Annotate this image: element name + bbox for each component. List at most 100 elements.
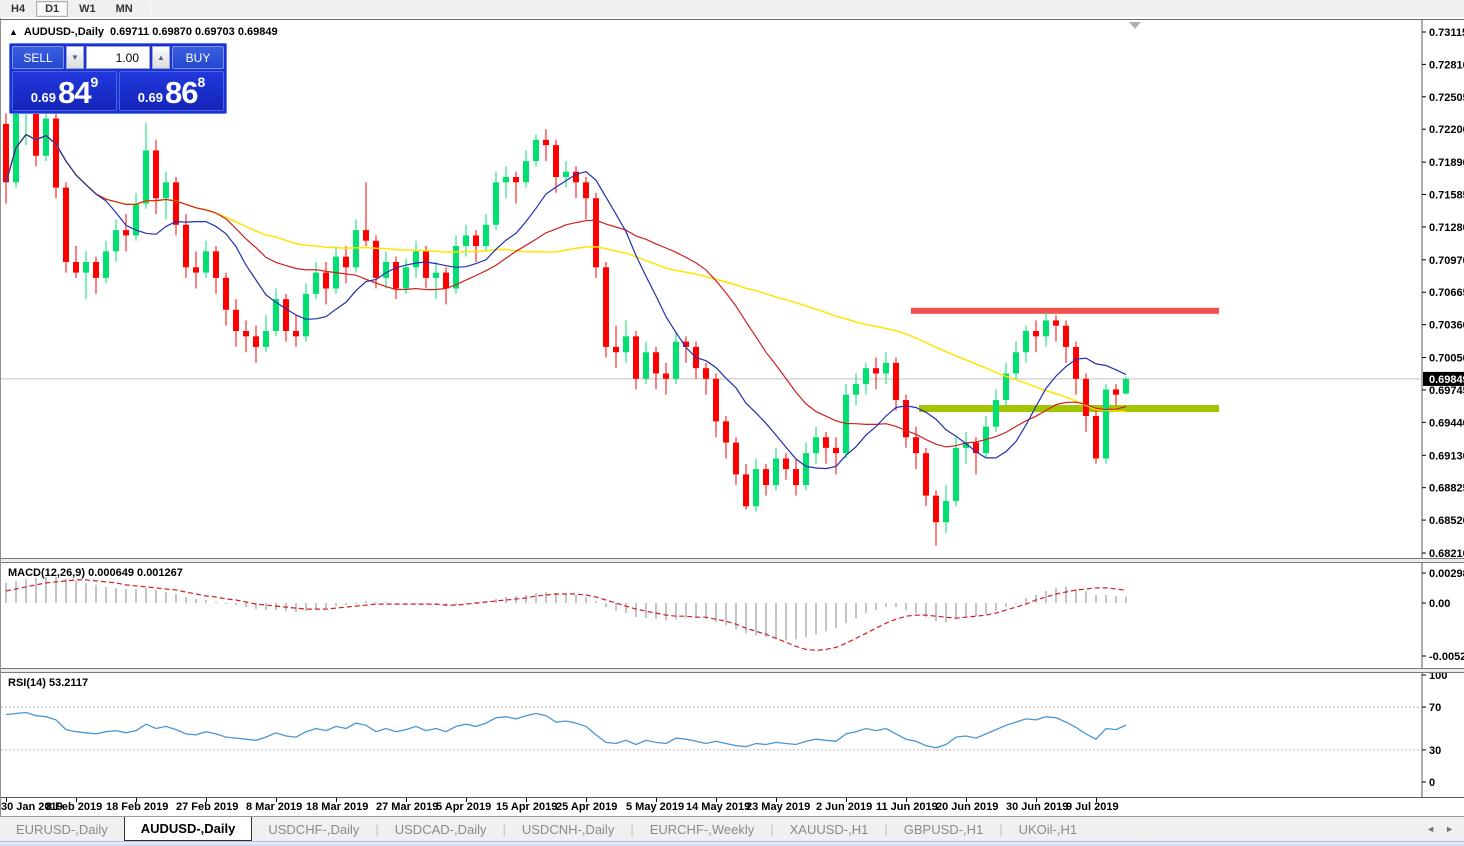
macd-pane[interactable]: 0.002984 0.00 -0.005256 MACD(12,26,9) 0.00… bbox=[1, 563, 1464, 668]
macd-histogram-bar bbox=[755, 603, 757, 636]
chart-title: ▲ AUDUSD-,Daily 0.69711 0.69870 0.69703 … bbox=[9, 26, 278, 38]
candle-body bbox=[513, 176, 519, 183]
tab-eurusd-daily[interactable]: EURUSD-,Daily bbox=[0, 817, 124, 841]
chart-shift-marker-icon[interactable] bbox=[1129, 22, 1141, 29]
one-click-panel-toggle-icon[interactable]: ▲ bbox=[9, 27, 18, 37]
candle-body bbox=[783, 458, 789, 470]
one-click-trading-panel: SELL ▼ ▲ BUY 0.69 84 9 0.69 86 8 bbox=[9, 43, 227, 114]
macd-histogram-bar bbox=[565, 593, 567, 604]
macd-histogram-bar bbox=[305, 603, 307, 612]
timeframe-button-w1[interactable]: W1 bbox=[70, 1, 105, 17]
candle-body bbox=[723, 421, 729, 443]
tab-ukoil-h1[interactable]: UKOil-,H1 bbox=[1003, 817, 1094, 841]
macd-histogram-bar bbox=[235, 603, 237, 606]
candle-body bbox=[113, 230, 119, 252]
tab-usdcad-daily[interactable]: USDCAD-,Daily bbox=[379, 817, 503, 841]
macd-histogram-bar bbox=[615, 603, 617, 612]
macd-histogram-bar bbox=[85, 582, 87, 604]
candle-body bbox=[673, 341, 679, 379]
macd-histogram-bar bbox=[905, 603, 907, 611]
rsi-chart-canvas[interactable]: 100 70 30 0 bbox=[1, 673, 1464, 797]
buy-price-quote[interactable]: 0.69 86 8 bbox=[119, 71, 224, 111]
timeframe-button-mn[interactable]: MN bbox=[107, 1, 142, 17]
tab-xauusd-h1[interactable]: XAUUSD-,H1 bbox=[774, 817, 885, 841]
tab-usdchf-daily[interactable]: USDCHF-,Daily bbox=[252, 817, 375, 841]
candle-body bbox=[883, 362, 889, 374]
candle-body bbox=[373, 240, 379, 278]
support-line[interactable] bbox=[919, 405, 1219, 413]
candle-body bbox=[583, 182, 589, 199]
candle-body bbox=[303, 293, 309, 337]
macd-histogram-bar bbox=[795, 603, 797, 640]
macd-histogram-bar bbox=[875, 603, 877, 611]
macd-tick-label: -0.005256 bbox=[1429, 651, 1464, 663]
macd-chart-canvas[interactable]: 0.002984 0.00 -0.005256 bbox=[1, 563, 1464, 668]
macd-histogram-bar bbox=[55, 576, 57, 604]
tab-eurchf-weekly[interactable]: EURCHF-,Weekly bbox=[634, 817, 771, 841]
time-label: 27 Feb 2019 bbox=[176, 801, 239, 813]
macd-histogram-bar bbox=[895, 603, 897, 608]
macd-histogram-bar bbox=[355, 603, 357, 605]
time-axis[interactable]: 30 Jan 2019 8 Feb 2019 18 Feb 2019 27 Feb 2… bbox=[1, 797, 1464, 816]
candle-body bbox=[173, 182, 179, 225]
macd-histogram-bar bbox=[265, 603, 267, 611]
macd-histogram-bar bbox=[575, 594, 577, 604]
volume-input[interactable] bbox=[86, 46, 150, 69]
macd-histogram-bar bbox=[95, 584, 97, 604]
sell-price-pip: 9 bbox=[90, 74, 99, 90]
tab-gbpusd-h1[interactable]: GBPUSD-,H1 bbox=[888, 817, 999, 841]
tab-audusd-daily[interactable]: AUDUSD-,Daily bbox=[123, 817, 253, 841]
macd-histogram-bar bbox=[525, 594, 527, 604]
rsi-tick-label: 100 bbox=[1429, 673, 1447, 682]
status-strip bbox=[0, 841, 1464, 846]
macd-histogram-bar bbox=[15, 580, 17, 604]
candle-body bbox=[1073, 346, 1079, 379]
price-pane[interactable]: 0.73115 0.72810 0.72505 0.72200 0.71890 0.715… bbox=[1, 19, 1464, 559]
candle-body bbox=[163, 182, 169, 199]
resistance-line[interactable] bbox=[911, 307, 1219, 314]
tab-usdcnh-daily[interactable]: USDCNH-,Daily bbox=[506, 817, 630, 841]
candle-body bbox=[1093, 415, 1099, 459]
candle-body bbox=[753, 469, 759, 507]
candle-body bbox=[233, 309, 239, 332]
timeframe-button-d1[interactable]: D1 bbox=[36, 0, 69, 17]
candle-body bbox=[533, 139, 539, 162]
rsi-pane[interactable]: 100 70 30 0 RSI(14) 53.2117 bbox=[1, 673, 1464, 797]
macd-histogram-bar bbox=[75, 580, 77, 604]
timeframe-button-h4[interactable]: H4 bbox=[2, 1, 34, 17]
macd-histogram-bar bbox=[985, 603, 987, 615]
tab-scroll-left-icon[interactable]: ◄ bbox=[1426, 824, 1435, 834]
price-tick-label: 0.72505 bbox=[1429, 92, 1464, 104]
sell-button[interactable]: SELL bbox=[12, 46, 64, 69]
macd-histogram-bar bbox=[1045, 590, 1047, 604]
candle-body bbox=[153, 150, 159, 199]
candle-body bbox=[473, 235, 479, 247]
time-label: 8 Mar 2019 bbox=[246, 801, 303, 813]
toolbar-separator bbox=[149, 1, 151, 16]
candle-body bbox=[1053, 320, 1059, 326]
time-label: 23 May 2019 bbox=[746, 801, 811, 813]
buy-button[interactable]: BUY bbox=[172, 46, 224, 69]
macd-histogram-bar bbox=[175, 593, 177, 604]
candle-body bbox=[1083, 378, 1089, 416]
tab-scroll-right-icon[interactable]: ► bbox=[1445, 824, 1454, 834]
candle-body bbox=[383, 261, 389, 278]
candle-body bbox=[663, 373, 669, 379]
candle-body bbox=[463, 235, 469, 247]
price-tick-label: 0.69440 bbox=[1429, 417, 1464, 429]
candle-body bbox=[1103, 389, 1109, 459]
macd-histogram-bar bbox=[205, 600, 207, 604]
buy-price-big: 86 bbox=[165, 75, 198, 110]
volume-increase-button[interactable]: ▲ bbox=[152, 46, 170, 69]
price-tick-label: 0.69130 bbox=[1429, 450, 1464, 462]
macd-histogram-bar bbox=[385, 602, 387, 604]
macd-histogram-bar bbox=[965, 603, 967, 618]
macd-histogram-bar bbox=[1035, 594, 1037, 604]
macd-histogram-bar bbox=[935, 603, 937, 622]
sell-price-quote[interactable]: 0.69 84 9 bbox=[12, 71, 117, 111]
macd-histogram-bar bbox=[1025, 598, 1027, 604]
macd-histogram-bar bbox=[665, 603, 667, 621]
candle-body bbox=[823, 437, 829, 448]
volume-decrease-button[interactable]: ▼ bbox=[66, 46, 84, 69]
macd-histogram-bar bbox=[5, 582, 7, 604]
